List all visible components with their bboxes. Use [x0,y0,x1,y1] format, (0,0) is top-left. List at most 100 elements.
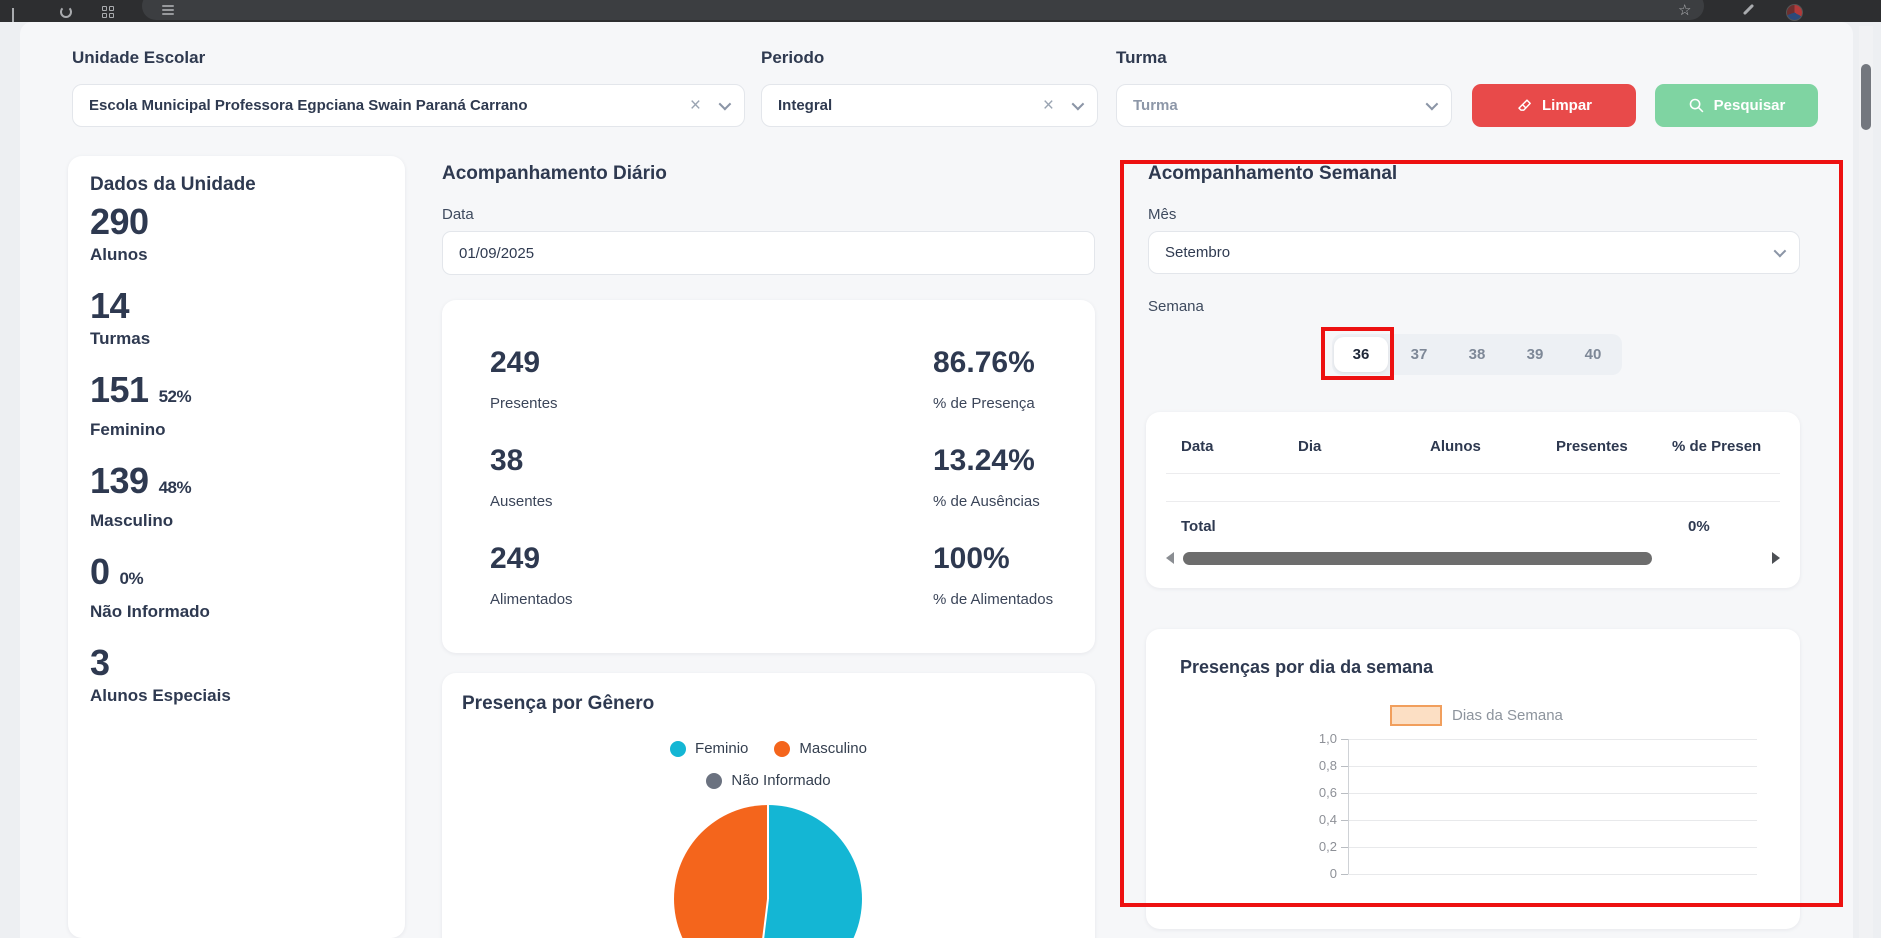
pct-presenca-value: 86.76% [933,344,1093,382]
legend-label: Dias da Semana [1452,707,1563,724]
dados-da-unidade-card: Dados da Unidade 290 Alunos 14 Turmas 15… [68,156,405,938]
stat-value: 00% [90,550,385,601]
eraser-icon [1516,97,1533,114]
pesquisar-button[interactable]: Pesquisar [1655,84,1818,127]
clear-icon[interactable]: × [690,95,701,117]
periodo-value: Integral [778,97,1043,114]
page-scrollbar[interactable] [1859,26,1873,938]
limpar-button[interactable]: Limpar [1472,84,1636,127]
limpar-label: Limpar [1542,97,1592,114]
total-value: 0% [1688,518,1710,535]
presenca-genero-title: Presença por Gênero [462,693,654,715]
week-40-button[interactable]: 40 [1564,334,1622,375]
clear-icon[interactable]: × [1043,95,1054,117]
week-37-button[interactable]: 37 [1390,334,1448,375]
periodo-select[interactable]: Integral × [761,84,1098,127]
y-tick: 0,2 [1297,839,1337,854]
week-36-button[interactable]: 36 [1334,337,1388,372]
stat-percent: 48% [159,478,192,497]
total-label: Total [1181,518,1216,535]
stat-label: Masculino [90,510,385,532]
y-tick: 0 [1297,866,1337,881]
turma-label: Turma [1116,48,1167,68]
search-icon [1688,97,1705,114]
reload-icon[interactable] [60,6,72,18]
page-scrollbar-thumb[interactable] [1861,64,1871,130]
col-header-pct-presenca: % de Presen [1672,438,1761,455]
unidade-escolar-value: Escola Municipal Professora Egpciana Swa… [89,97,690,114]
legend-item[interactable]: Feminio [670,740,748,757]
pct-alimentados-label: % de Alimentados [933,590,1093,610]
table-hscrollbar-thumb[interactable] [1183,552,1652,565]
acompanhamento-diario-title: Acompanhamento Diário [442,163,667,185]
masculino-dot-icon [774,741,790,757]
legend-label: Não Informado [731,772,830,789]
stat-percent: 0% [120,569,144,588]
pct-alimentados-value: 100% [933,540,1093,578]
acompanhamento-semanal-title: Acompanhamento Semanal [1148,163,1397,185]
weekly-chart-title: Presenças por dia da semana [1180,657,1433,678]
app-screen: ☆ Unidade Escolar Escola Municipal Profe… [0,0,1881,938]
unidade-escolar-select[interactable]: Escola Municipal Professora Egpciana Swa… [72,84,745,127]
mes-label: Mês [1148,206,1176,223]
legend-item[interactable]: Não Informado [706,772,830,789]
pesquisar-label: Pesquisar [1714,97,1786,114]
chevron-down-icon [1426,98,1439,111]
weekly-table-card: Data Dia Alunos Presentes % de Presen To… [1146,412,1800,588]
stat-percent: 52% [159,387,192,406]
y-axis-line [1348,739,1349,874]
legend-swatch[interactable] [1390,705,1442,726]
legend-label: Feminio [695,740,748,757]
stat-label: Turmas [90,328,385,350]
pie-legend-row-1: Feminio Masculino [442,740,1095,757]
pct-ausencias-label: % de Ausências [933,492,1093,512]
week-38-button[interactable]: 38 [1448,334,1506,375]
site-info-icon[interactable] [162,5,174,15]
apps-icon[interactable] [102,6,114,18]
y-tick: 0,4 [1297,812,1337,827]
table-divider [1166,473,1780,474]
turma-select[interactable]: Turma [1116,84,1452,127]
stat-label: Não Informado [90,601,385,623]
scroll-right-icon[interactable] [1772,552,1780,564]
chevron-down-icon [1774,245,1787,258]
bookmark-star-icon[interactable]: ☆ [1678,1,1691,19]
mes-value: Setembro [1165,244,1774,261]
legend-item[interactable]: Masculino [774,740,867,757]
unidade-escolar-label: Unidade Escolar [72,48,205,68]
y-tick: 0,6 [1297,785,1337,800]
address-bar[interactable]: ☆ [142,0,1704,20]
pct-presenca-label: % de Presença [933,394,1093,414]
col-header-presentes: Presentes [1556,438,1628,455]
turma-placeholder: Turma [1133,97,1426,114]
dados-da-unidade-title: Dados da Unidade [90,174,385,196]
col-header-data: Data [1181,438,1214,455]
stat-label: Alunos [90,244,385,266]
pct-ausencias-value: 13.24% [933,442,1093,480]
periodo-label: Periodo [761,48,824,68]
mes-select[interactable]: Setembro [1148,231,1800,274]
stat-value: 15152% [90,368,385,419]
stat-label: Feminino [90,419,385,441]
legend-label: Masculino [799,740,867,757]
daily-stats-card: 249 Presentes 38 Ausentes 249 Alimentado… [442,300,1095,653]
chevron-down-icon [719,98,732,111]
stat-value: 13948% [90,459,385,510]
stat-value: 14 [90,284,385,328]
browser-toolbar: ☆ [0,0,1881,22]
avatar[interactable] [1786,4,1803,21]
stat-value: 3 [90,641,385,685]
y-tick: 1,0 [1297,731,1337,746]
scroll-left-icon[interactable] [1166,552,1174,564]
edit-icon[interactable] [1742,8,1755,11]
semana-label: Semana [1148,298,1204,315]
stat-value: 290 [90,200,385,244]
week-39-button[interactable]: 39 [1506,334,1564,375]
back-icon[interactable] [12,8,14,22]
chevron-down-icon [1072,98,1085,111]
pie-slice-divider [767,805,769,899]
data-label: Data [442,206,474,223]
y-tick: 0,8 [1297,758,1337,773]
data-input[interactable] [442,231,1095,275]
col-header-dia: Dia [1298,438,1321,455]
